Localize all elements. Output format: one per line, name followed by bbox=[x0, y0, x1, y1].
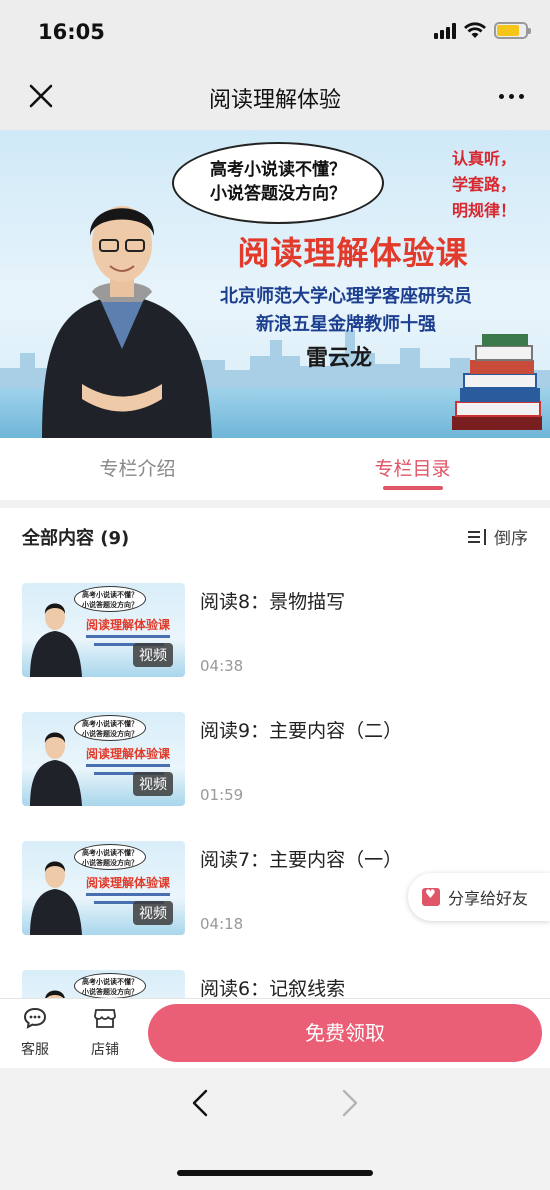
side-line-1: 认真听， bbox=[451, 149, 516, 168]
shop-icon bbox=[94, 1009, 116, 1028]
books-image bbox=[452, 334, 542, 430]
home-indicator bbox=[177, 1170, 373, 1176]
side-line-2: 学套路， bbox=[451, 175, 516, 194]
side-line-3: 明规律！ bbox=[451, 201, 516, 220]
tab-column-intro[interactable]: 专栏介绍 bbox=[0, 438, 275, 500]
list-item[interactable]: 高考小说读不懂？ 小说答题没方向？ 阅读理解体验课 视频 阅读8：景物描写 04:… bbox=[22, 583, 532, 679]
wifi-icon bbox=[464, 22, 486, 38]
share-icon bbox=[422, 887, 440, 906]
video-thumbnail: 高考小说读不懂？ 小说答题没方向？ bbox=[22, 970, 185, 998]
course-banner: 高考小说读不懂？ 小说答题没方向？ 认真听， 学套路， 明规律！ 阅读理解体验课… bbox=[0, 130, 550, 438]
browser-toolbar bbox=[0, 1068, 550, 1190]
claim-free-button[interactable]: 免费领取 bbox=[148, 1004, 542, 1062]
item-title: 阅读8：景物描写 bbox=[200, 591, 346, 613]
signal-icon bbox=[434, 22, 456, 39]
shop-button[interactable]: 店铺 bbox=[80, 1007, 130, 1059]
item-title: 阅读6：记叙线索 bbox=[200, 978, 346, 998]
chat-icon bbox=[23, 1007, 47, 1029]
catalog-list: 全部内容 (9) 倒序 高考小说读不懂？ 小说答题没方向？ 阅读理解体验课 视频 … bbox=[0, 508, 550, 998]
bubble-line-1: 高考小说读不懂？ bbox=[210, 160, 346, 180]
battery-icon bbox=[494, 22, 531, 39]
status-time: 16:05 bbox=[38, 20, 105, 44]
sort-icon bbox=[468, 528, 488, 545]
video-tag: 视频 bbox=[133, 901, 173, 925]
side-slogan: 认真听， 学套路， 明规律！ bbox=[436, 146, 516, 224]
banner-title: 阅读理解体验课 bbox=[237, 234, 469, 272]
video-thumbnail: 高考小说读不懂？ 小说答题没方向？ 阅读理解体验课 视频 bbox=[22, 712, 185, 806]
thumbnail-line bbox=[86, 764, 170, 767]
thumbnail-bubble: 高考小说读不懂？ 小说答题没方向？ bbox=[74, 586, 146, 612]
video-thumbnail: 高考小说读不懂？ 小说答题没方向？ 阅读理解体验课 视频 bbox=[22, 841, 185, 935]
thumbnail-bubble: 高考小说读不懂？ 小说答题没方向？ bbox=[74, 715, 146, 741]
shop-label: 店铺 bbox=[91, 1042, 119, 1058]
video-tag: 视频 bbox=[133, 643, 173, 667]
thumbnail-title: 阅读理解体验课 bbox=[86, 618, 171, 632]
thumbnail-title: 阅读理解体验课 bbox=[86, 876, 171, 890]
thumbnail-line bbox=[86, 893, 170, 896]
status-bar: 16:05 bbox=[0, 0, 550, 64]
nav-bar: 阅读理解体验 bbox=[0, 64, 550, 130]
thumbnail-title: 阅读理解体验课 bbox=[86, 747, 171, 761]
action-bar: 客服 店铺 免费领取 bbox=[0, 998, 550, 1068]
thumbnail-bubble: 高考小说读不懂？ 小说答题没方向？ bbox=[74, 973, 146, 998]
customer-service-button[interactable]: 客服 bbox=[10, 1007, 60, 1059]
sort-label: 倒序 bbox=[494, 529, 528, 549]
video-tag: 视频 bbox=[133, 772, 173, 796]
teacher-photo bbox=[42, 206, 212, 438]
thumbnail-line bbox=[86, 635, 170, 638]
list-item[interactable]: 高考小说读不懂？ 小说答题没方向？ 阅读6：记叙线索 bbox=[22, 970, 532, 998]
item-duration: 04:38 bbox=[200, 657, 244, 675]
item-duration: 04:18 bbox=[200, 915, 244, 933]
tab-underline bbox=[382, 486, 443, 490]
item-title: 阅读7：主要内容（一） bbox=[200, 849, 403, 871]
chevron-left-icon[interactable] bbox=[186, 1088, 216, 1118]
item-duration: 01:59 bbox=[200, 786, 244, 804]
more-icon[interactable] bbox=[499, 94, 524, 99]
speech-bubble: 高考小说读不懂？ 小说答题没方向？ bbox=[172, 142, 384, 224]
section-title: 全部内容 (9) bbox=[22, 528, 130, 549]
share-label: 分享给好友 bbox=[448, 889, 529, 908]
bubble-line-2: 小说答题没方向？ bbox=[210, 184, 346, 204]
chevron-right-icon[interactable] bbox=[334, 1088, 364, 1118]
banner-subtitle-1: 北京师范大学心理学客座研究员 bbox=[220, 286, 472, 307]
share-button[interactable]: 分享给好友 bbox=[408, 873, 550, 921]
thumbnail-bubble: 高考小说读不懂？ 小说答题没方向？ bbox=[74, 844, 146, 870]
tab-column-catalog-label: 专栏目录 bbox=[374, 458, 451, 480]
tab-column-catalog[interactable]: 专栏目录 bbox=[275, 438, 550, 500]
item-title: 阅读9：主要内容（二） bbox=[200, 720, 403, 742]
list-item[interactable]: 高考小说读不懂？ 小说答题没方向？ 阅读理解体验课 视频 阅读9：主要内容（二） … bbox=[22, 712, 532, 808]
tab-bar: 专栏介绍 专栏目录 bbox=[0, 438, 550, 500]
status-icons bbox=[434, 22, 531, 39]
video-thumbnail: 高考小说读不懂？ 小说答题没方向？ 阅读理解体验课 视频 bbox=[22, 583, 185, 677]
customer-service-label: 客服 bbox=[21, 1042, 49, 1058]
page-title: 阅读理解体验 bbox=[208, 88, 341, 113]
sort-button[interactable]: 倒序 bbox=[468, 524, 528, 549]
teacher-name: 雷云龙 bbox=[306, 346, 373, 371]
